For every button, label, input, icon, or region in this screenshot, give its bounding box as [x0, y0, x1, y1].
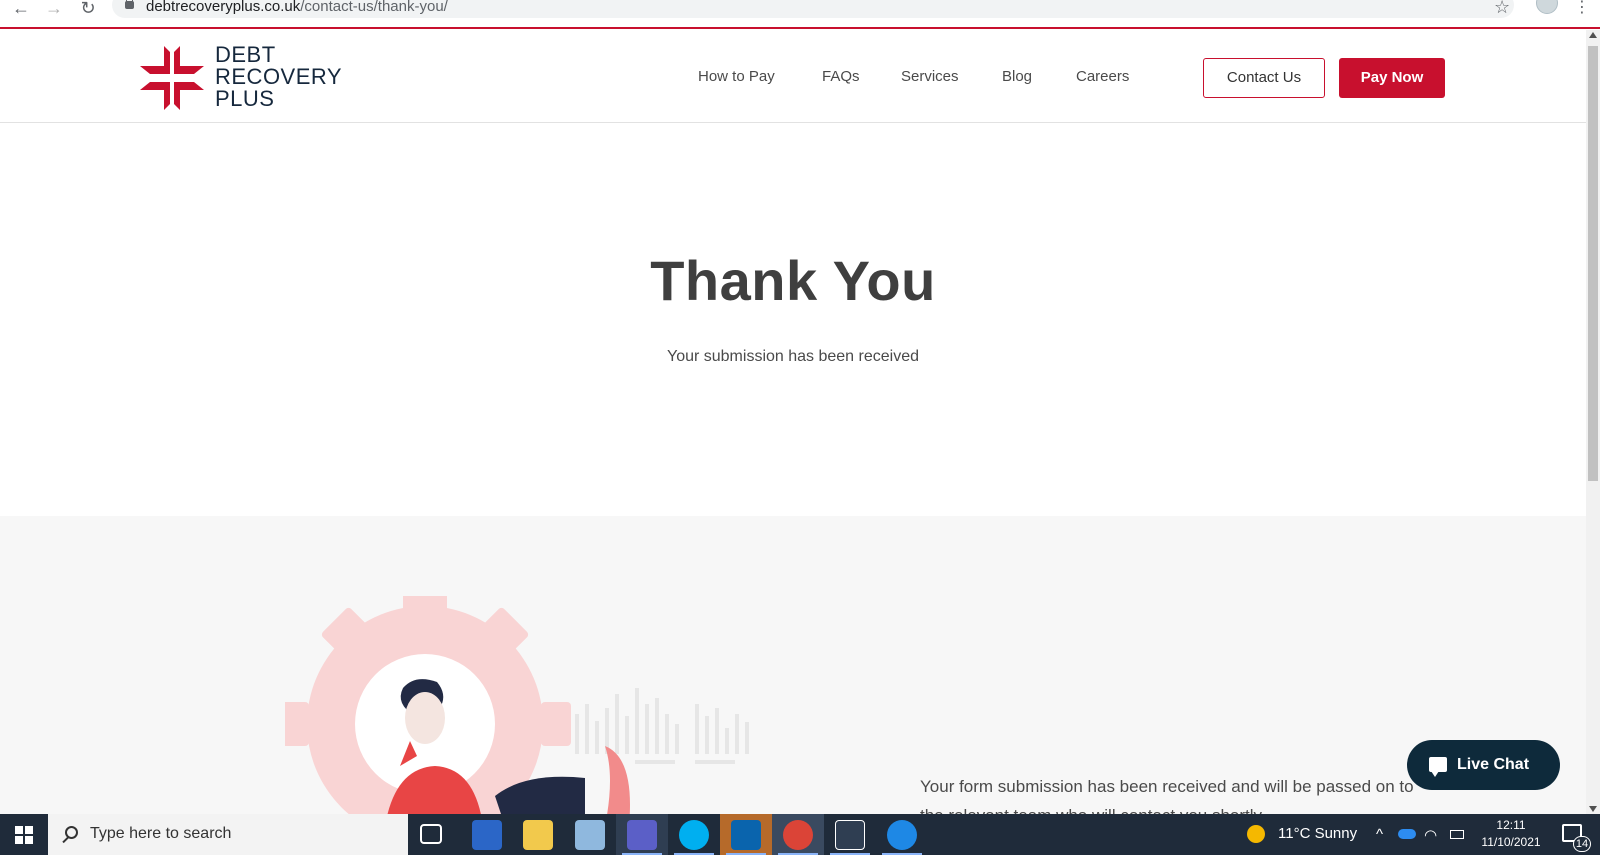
browser-menu-icon[interactable]: ⋮ — [1574, 0, 1590, 17]
nav-how-to-pay[interactable]: How to Pay — [698, 68, 775, 85]
page-title: Thank You — [650, 249, 936, 312]
windows-start-button[interactable] — [0, 814, 48, 855]
url-domain: debtrecoveryplus.co.uk — [146, 0, 301, 15]
logo-wordmark: DEBT RECOVERY PLUS — [215, 44, 342, 110]
bookmark-star-icon[interactable]: ☆ — [1494, 0, 1510, 18]
page-scrollbar[interactable] — [1586, 30, 1600, 814]
task-view-icon[interactable] — [420, 824, 442, 844]
skype-icon[interactable] — [679, 820, 709, 850]
tray-chevron-icon[interactable]: ^ — [1376, 826, 1383, 843]
weather-sun-icon[interactable] — [1247, 825, 1265, 843]
file-explorer-icon[interactable] — [523, 820, 553, 850]
logo-line-3: PLUS — [215, 86, 275, 111]
contact-us-button[interactable]: Contact Us — [1203, 58, 1325, 98]
wifi-icon[interactable]: ◠ — [1424, 826, 1437, 844]
app-icon[interactable] — [835, 820, 865, 850]
thank-you-hero: Thank You Your submission has been recei… — [0, 124, 1586, 516]
live-chat-button[interactable]: Live Chat — [1407, 740, 1560, 790]
pay-now-button[interactable]: Pay Now — [1339, 58, 1445, 98]
url-path: /contact-us/thank-you/ — [300, 0, 448, 15]
clock-date: 11/10/2021 — [1481, 835, 1541, 849]
browser-toolbar: ← → ↻ debtrecoveryplus.co.uk/contact-us/… — [0, 0, 1600, 29]
confirmation-section: Your form submission has been received a… — [0, 516, 1586, 814]
teams-icon[interactable] — [627, 820, 657, 850]
onedrive-icon[interactable] — [1398, 829, 1416, 839]
scrollbar-thumb[interactable] — [1588, 46, 1598, 481]
nav-blog[interactable]: Blog — [1002, 68, 1032, 85]
outlook-icon[interactable] — [731, 820, 761, 850]
weather-text[interactable]: 11°C Sunny — [1278, 825, 1357, 842]
page-subtitle: Your submission has been received — [666, 348, 919, 365]
system-clock[interactable]: 12:11 11/10/2021 — [1474, 817, 1548, 851]
scroll-up-icon[interactable] — [1589, 32, 1597, 38]
live-chat-label: Live Chat — [1457, 756, 1530, 773]
notification-count: 14 — [1573, 836, 1591, 852]
nav-careers[interactable]: Careers — [1076, 68, 1129, 85]
chrome-icon[interactable] — [783, 820, 813, 850]
lock-icon[interactable] — [125, 0, 134, 9]
chat-bubble-icon — [1429, 757, 1447, 777]
address-url[interactable]: debtrecoveryplus.co.uk/contact-us/thank-… — [146, 0, 448, 15]
clock-time: 12:11 — [1496, 818, 1526, 832]
logo-line-2: RECOVERY — [215, 64, 343, 89]
store-icon[interactable] — [472, 820, 502, 850]
battery-icon[interactable] — [1450, 830, 1464, 839]
reload-icon[interactable]: ↻ — [77, 0, 99, 18]
logo-cross-icon — [140, 46, 204, 110]
snipping-tool-icon[interactable] — [575, 820, 605, 850]
windows-taskbar: Type here to search 11°C Sunny ^ ◠ 12:11… — [0, 814, 1600, 855]
confirmation-text: Your form submission has been received a… — [920, 777, 1414, 814]
taskbar-search-placeholder: Type here to search — [90, 825, 232, 842]
site-header: DEBT RECOVERY PLUS How to Pay FAQs Servi… — [0, 31, 1586, 123]
taskbar-search[interactable]: Type here to search — [48, 814, 408, 855]
internet-explorer-icon[interactable] — [887, 820, 917, 850]
forward-arrow-icon[interactable]: → — [43, 0, 65, 18]
nav-services[interactable]: Services — [901, 68, 959, 85]
nav-faqs[interactable]: FAQs — [822, 68, 860, 85]
support-illustration — [285, 596, 749, 814]
search-icon — [65, 826, 78, 839]
scroll-down-icon[interactable] — [1589, 806, 1597, 812]
logo[interactable]: DEBT RECOVERY PLUS — [138, 44, 358, 114]
logo-line-1: DEBT — [215, 42, 276, 67]
back-arrow-icon[interactable]: ← — [10, 0, 32, 18]
profile-avatar[interactable] — [1536, 0, 1558, 14]
